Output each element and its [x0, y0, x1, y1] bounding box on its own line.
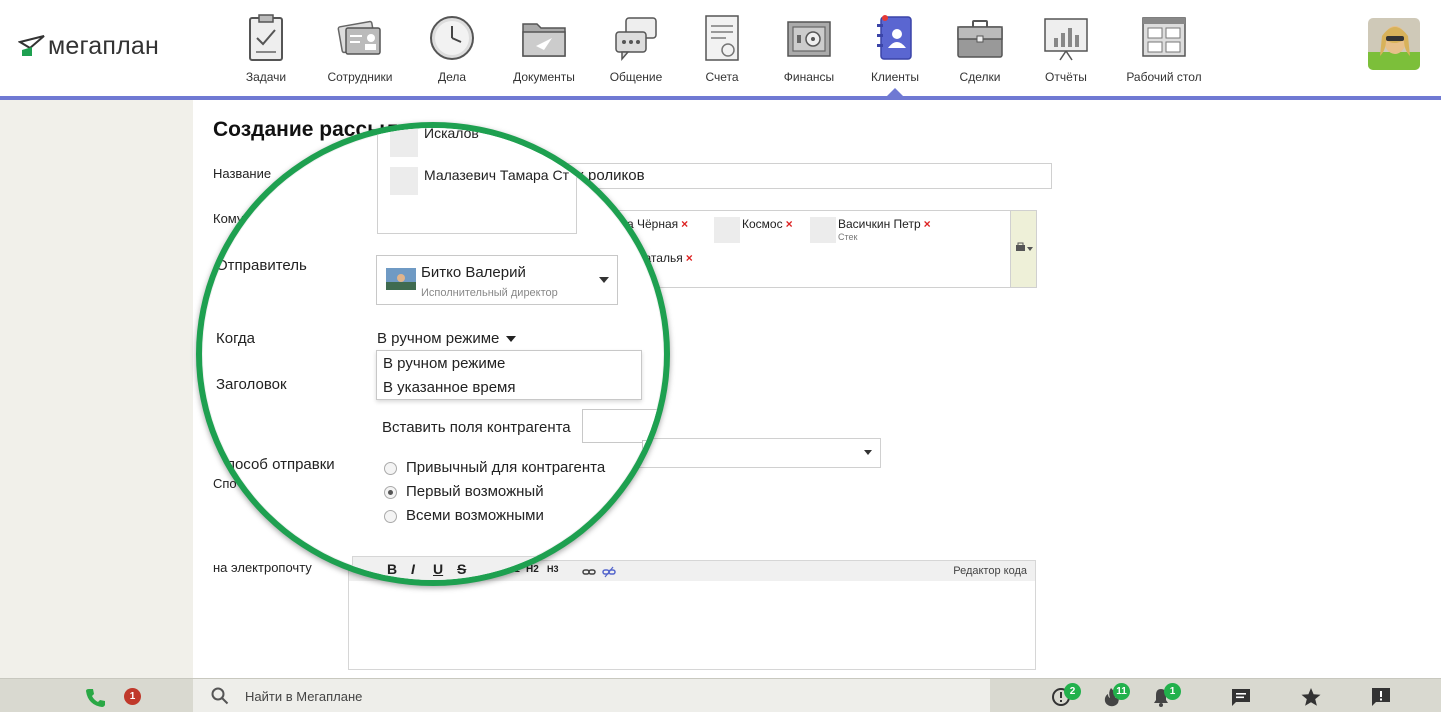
briefcase-icon — [956, 14, 1004, 62]
megaplan-logo[interactable]: мегаплан — [17, 32, 159, 61]
nav-reports[interactable]: Отчёты — [1026, 0, 1106, 96]
chevron-down-icon — [599, 277, 609, 283]
nav-communication[interactable]: Общение — [596, 0, 676, 96]
method-all-label: Всеми возможными — [406, 507, 544, 524]
nav-dashboard[interactable]: Рабочий стол — [1112, 0, 1216, 96]
phone-icon[interactable] — [84, 686, 106, 708]
chat-icon — [612, 14, 660, 62]
bold-button[interactable]: B — [387, 561, 397, 577]
sender-select[interactable]: Битко Валерий Исполнительный директор — [376, 255, 618, 305]
left-empty-pane — [0, 100, 193, 678]
active-nav-indicator — [887, 88, 903, 96]
top-navigation-bar: мегаплан Задачи Сотрудники Дела Документ… — [0, 0, 1441, 96]
method-usual-label: Привычный для контрагента — [406, 459, 606, 476]
remove-recipient-icon[interactable]: × — [924, 217, 931, 231]
remove-recipient-icon[interactable]: × — [786, 217, 793, 231]
chevron-down-icon — [864, 450, 872, 455]
safe-icon — [785, 14, 833, 62]
remove-recipient-icon[interactable]: × — [681, 217, 688, 231]
when-option-manual[interactable]: В ручном режиме — [383, 355, 505, 372]
code-editor-link[interactable]: Редактор кода — [953, 565, 1027, 577]
nav-finance[interactable]: Финансы — [768, 0, 850, 96]
method-radio-all[interactable] — [384, 510, 397, 523]
nav-deals[interactable]: Сделки — [940, 0, 1020, 96]
recipients-menu-button[interactable] — [1010, 211, 1036, 287]
alerts-badge: 2 — [1064, 683, 1081, 700]
phone-badge: 1 — [124, 688, 141, 705]
send-method-label: Способ отправки — [216, 456, 335, 473]
method-radio-usual[interactable] — [384, 462, 397, 475]
folder-icon — [520, 14, 568, 62]
nav-invoices[interactable]: Счета — [682, 0, 762, 96]
autocomplete-dropdown: Искалов Малазевич Тамара Ст — [377, 128, 577, 234]
clock-icon — [428, 14, 476, 62]
bottom-bar: 1 Найти в Мегаплане 2 11 1 — [0, 678, 1441, 712]
method-radio-first[interactable] — [384, 486, 397, 499]
logo-mark-icon — [17, 34, 46, 60]
recipient-photo-icon — [714, 217, 740, 243]
nav-employees[interactable]: Сотрудники — [318, 0, 402, 96]
person-photo-icon — [390, 167, 418, 195]
feedback-icon[interactable] — [1370, 686, 1392, 708]
clients-icon — [871, 14, 919, 62]
reports-icon — [1042, 14, 1090, 62]
nav-clients[interactable]: Клиенты — [856, 0, 934, 96]
sender-label: Отправитель — [216, 257, 307, 274]
strike-button[interactable]: S — [457, 561, 466, 577]
caret-down-icon — [505, 336, 516, 343]
hot-badge: 11 — [1113, 683, 1130, 700]
nav-affairs[interactable]: Дела — [412, 0, 492, 96]
recipient-chip: Космос × — [742, 217, 793, 231]
global-search[interactable]: Найти в Мегаплане — [193, 679, 990, 712]
name-label: Название — [213, 166, 272, 181]
invoice-icon — [698, 14, 746, 62]
editor-toolbar-zoomed: B I U S — [352, 556, 664, 580]
messages-icon[interactable] — [1230, 686, 1252, 708]
autocomplete-item[interactable]: Малазевич Тамара Ст — [424, 167, 569, 183]
insert-fields-label: Вставить поля контрагента — [382, 419, 571, 436]
favorites-star-icon[interactable] — [1300, 686, 1322, 708]
remove-recipient-icon[interactable]: × — [686, 251, 693, 265]
when-option-scheduled[interactable]: В указанное время — [383, 379, 515, 396]
magnifier-lens: Искалов Малазевич Тамара Ст Отправитель … — [196, 122, 670, 586]
nav-tasks[interactable]: Задачи — [226, 0, 306, 96]
notify-badge: 1 — [1164, 683, 1181, 700]
contacts-dropdown-icon — [1016, 242, 1033, 251]
search-placeholder: Найти в Мегаплане — [245, 689, 363, 704]
subject-label: Заголовок — [216, 376, 287, 393]
employees-icon — [336, 14, 384, 62]
when-label: Когда — [216, 330, 255, 347]
when-dropdown-menu: В ручном режиме В указанное время — [376, 350, 642, 400]
insert-fields-input[interactable] — [582, 409, 664, 443]
dashboard-icon — [1140, 14, 1188, 62]
logo-text: мегаплан — [48, 32, 159, 60]
email-editor-body[interactable] — [348, 581, 1036, 670]
recipient-chip: Васичкин Петр × Стек — [838, 217, 931, 242]
person-photo-icon — [390, 129, 418, 157]
method-first-label: Первый возможный — [406, 483, 544, 500]
underline-button[interactable]: U — [433, 561, 443, 577]
italic-button[interactable]: I — [411, 561, 415, 577]
sender-avatar — [386, 268, 416, 290]
tasks-icon — [242, 14, 290, 62]
when-select[interactable]: В ручном режиме — [377, 330, 516, 347]
search-icon — [211, 687, 229, 710]
nav-documents[interactable]: Документы — [504, 0, 584, 96]
recipient-photo-icon — [810, 217, 836, 243]
email-label: на электропочту — [213, 560, 312, 575]
user-avatar[interactable] — [1368, 18, 1420, 70]
autocomplete-item[interactable]: Искалов — [424, 128, 479, 141]
